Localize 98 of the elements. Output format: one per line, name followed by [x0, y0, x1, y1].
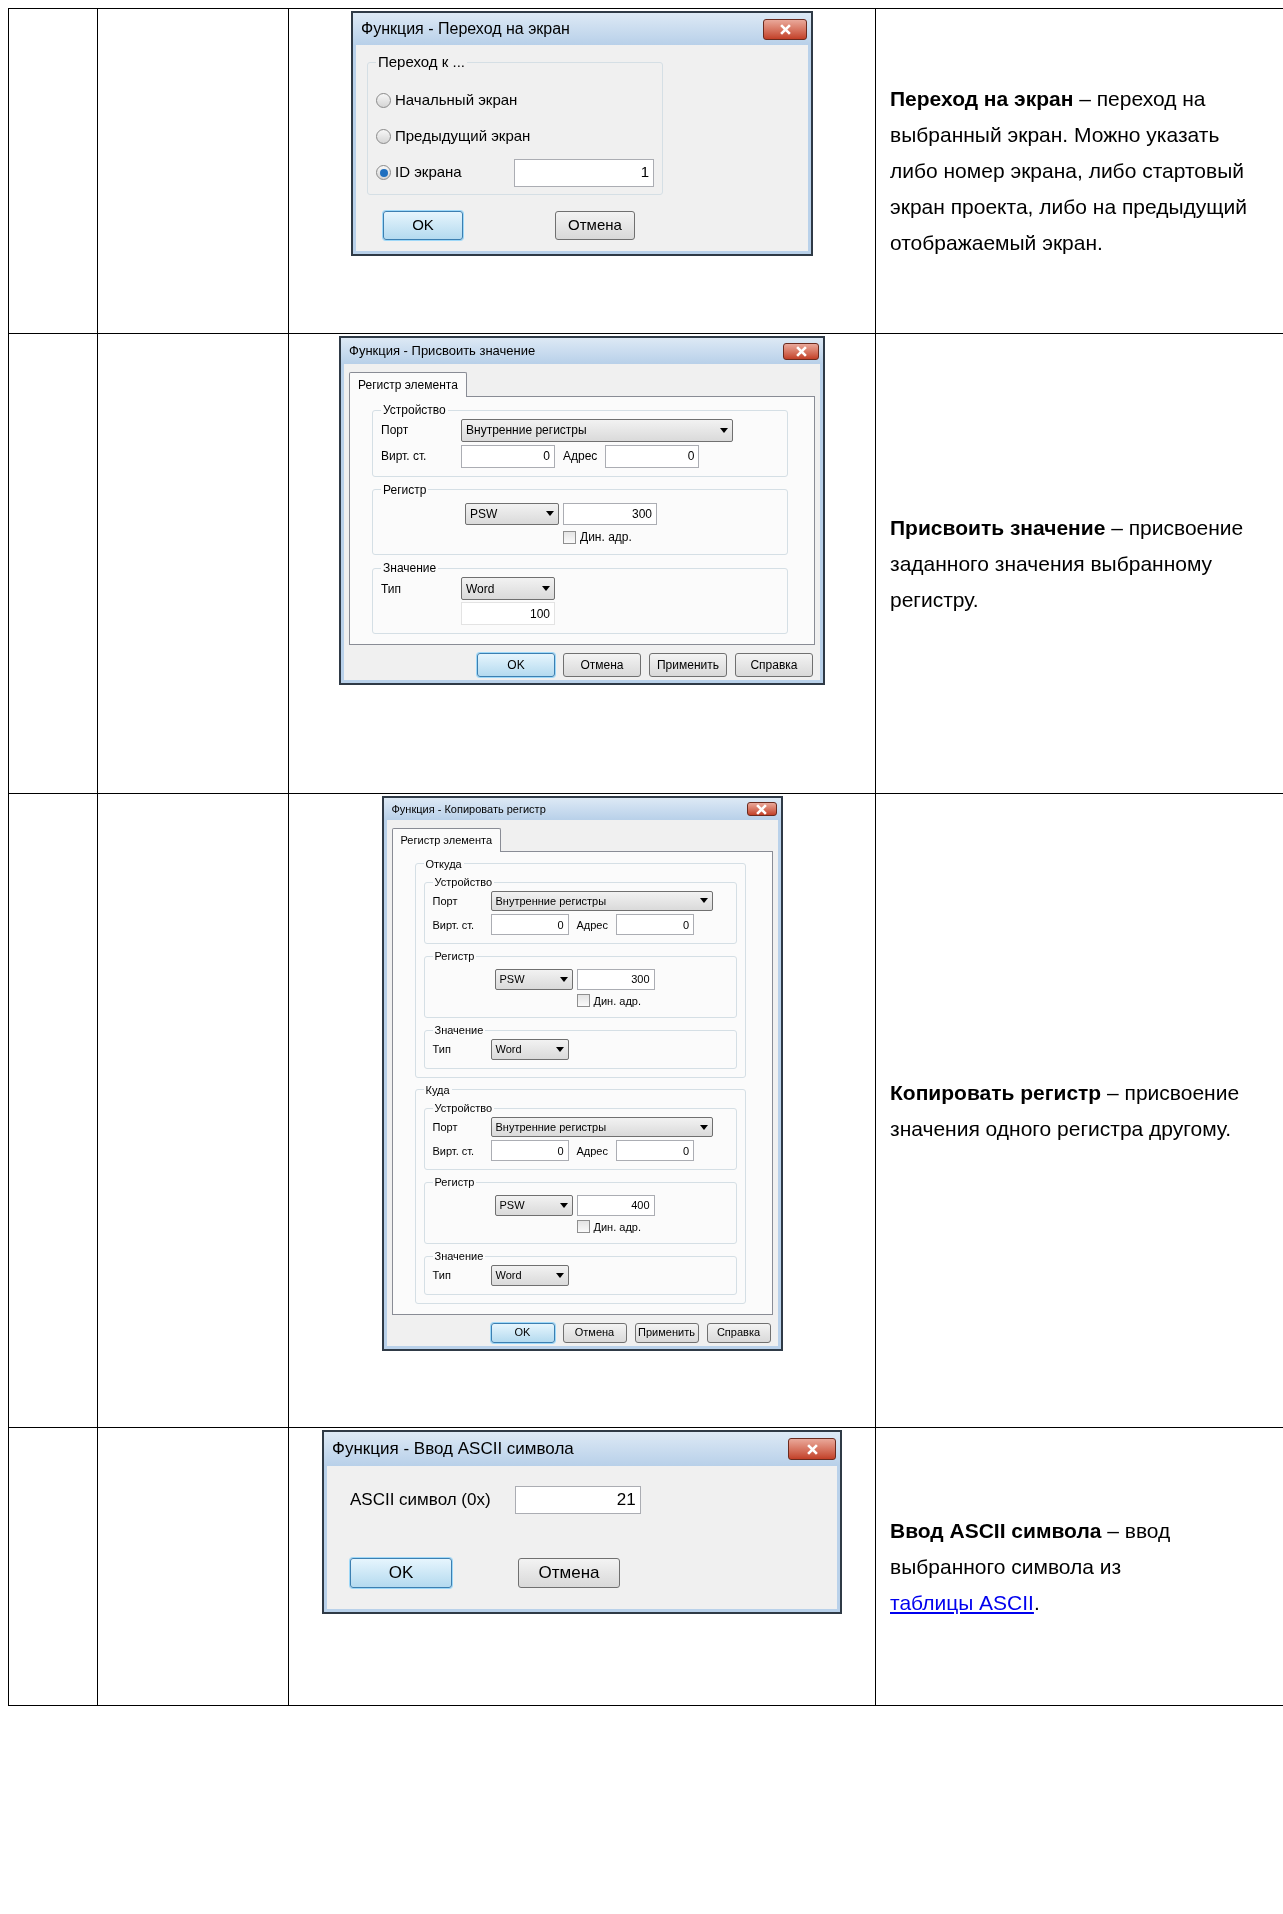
group-label: Устройство: [433, 1101, 494, 1117]
window-title: Функция - Копировать регистр: [391, 801, 546, 817]
description-text: Ввод ASCII символа – ввод выбранного символа из таблицы ASCII.: [890, 1517, 1172, 1616]
radio-button[interactable]: [376, 129, 391, 144]
input-field[interactable]: 0: [616, 1140, 694, 1162]
dropdown[interactable]: PSW: [465, 502, 559, 526]
dialog-button[interactable]: OK: [477, 653, 555, 677]
dialog-button[interactable]: OK: [490, 1322, 555, 1343]
dropdown[interactable]: PSW: [494, 968, 573, 990]
caret-icon: [720, 427, 728, 433]
window-title: Функция - Присвоить значение: [349, 342, 536, 361]
input-field[interactable]: 21: [514, 1486, 641, 1514]
group-label: Регистр: [382, 481, 428, 499]
description-text: Переход на экран – переход на выбранный экран. Можно указать либо номер экрана, либо стартовый экран проекта, либо на предыдущий отображаемый экран.: [890, 86, 1248, 256]
checkbox-label: Дин. адр.: [580, 529, 632, 547]
radio-label: ID экрана: [395, 162, 463, 183]
group-label: Значение: [382, 560, 438, 578]
dialog-button[interactable]: Отмена: [555, 210, 635, 240]
field-label: Тип: [432, 1041, 452, 1057]
close-button[interactable]: [746, 802, 777, 816]
dropdown[interactable]: Word: [490, 1038, 569, 1060]
group-label: Переход к ...: [377, 52, 466, 72]
radio-label: Начальный экран: [395, 90, 518, 111]
description-text: Копировать регистр – присвоение значения одного регистра другому.: [890, 1079, 1241, 1142]
close-button[interactable]: [783, 342, 819, 360]
dialog-button[interactable]: Отмена: [518, 1558, 620, 1588]
group-label: Откуда: [424, 856, 463, 872]
tab[interactable]: Регистр элемента: [391, 828, 502, 852]
group-label: Регистр: [433, 949, 476, 965]
input-field[interactable]: 300: [563, 502, 657, 526]
group-label: Устройство: [433, 875, 494, 890]
dropdown[interactable]: Внутренние регистры: [490, 1116, 713, 1138]
close-icon: [806, 1443, 818, 1455]
dropdown[interactable]: Word: [461, 577, 555, 601]
close-icon: [779, 23, 791, 35]
dialog-button[interactable]: Применить: [634, 1322, 699, 1343]
input-field[interactable]: 0: [605, 444, 700, 468]
field-label: Тип: [432, 1267, 452, 1283]
field-label: Порт: [381, 422, 410, 440]
caret-icon: [546, 511, 554, 517]
dialog-button[interactable]: Отмена: [563, 653, 641, 677]
dialog-button[interactable]: Отмена: [562, 1322, 627, 1343]
dialog-button[interactable]: Справка: [706, 1322, 771, 1343]
group-label: Значение: [433, 1023, 485, 1039]
field-label: Порт: [432, 1119, 459, 1135]
caret-icon: [555, 1046, 564, 1052]
caret-icon: [699, 1124, 708, 1130]
dialog-button[interactable]: Применить: [649, 653, 727, 677]
radio-button[interactable]: [376, 93, 391, 108]
dialog-button[interactable]: OK: [383, 210, 463, 240]
checkbox[interactable]: [563, 530, 576, 544]
input-field[interactable]: 300: [576, 968, 655, 990]
close-button[interactable]: [763, 18, 807, 40]
checkbox-label: Дин. адр.: [593, 1219, 641, 1235]
input-field[interactable]: 0: [461, 444, 555, 468]
group-label: Регистр: [433, 1175, 476, 1191]
dropdown[interactable]: Word: [490, 1264, 569, 1286]
checkbox[interactable]: [576, 1220, 590, 1234]
input-field[interactable]: 0: [490, 914, 569, 936]
close-icon: [795, 345, 807, 357]
close-button[interactable]: [788, 1438, 836, 1460]
input-field[interactable]: 0: [490, 1140, 569, 1162]
window-title: Функция - Переход на экран: [361, 19, 570, 39]
caret-icon: [542, 586, 550, 592]
group-label: Куда: [424, 1082, 451, 1098]
field-label: Адрес: [575, 1143, 609, 1159]
radio-button[interactable]: [376, 165, 391, 180]
field-label: ASCII символ (0x): [350, 1489, 491, 1512]
field-label: Порт: [432, 893, 459, 909]
radio-label: Предыдущий экран: [395, 126, 531, 147]
group-label: Устройство: [382, 402, 447, 419]
field-label: Вирт. ст.: [432, 1143, 476, 1159]
close-icon: [756, 803, 767, 815]
description-text: Присвоить значение – присвоение заданного значения выбранному регистру.: [890, 514, 1245, 613]
field-label: Адрес: [575, 917, 609, 933]
checkbox-label: Дин. адр.: [593, 993, 641, 1009]
input-field[interactable]: 1: [514, 158, 654, 187]
group-label: Значение: [433, 1249, 485, 1265]
caret-icon: [559, 976, 568, 982]
dialog-button[interactable]: OK: [350, 1558, 452, 1588]
dropdown[interactable]: Внутренние регистры: [490, 890, 713, 912]
field-label: Вирт. ст.: [381, 448, 428, 466]
dropdown[interactable]: Внутренние регистры: [461, 419, 733, 442]
field-label: Тип: [381, 580, 402, 598]
input-field[interactable]: 100: [461, 602, 555, 625]
input-field[interactable]: 400: [576, 1194, 655, 1216]
window-title: Функция - Ввод ASCII символа: [332, 1438, 574, 1461]
dropdown[interactable]: PSW: [494, 1194, 573, 1216]
caret-icon: [699, 898, 708, 904]
dialog-button[interactable]: Справка: [735, 653, 813, 677]
caret-icon: [559, 1202, 568, 1208]
input-field[interactable]: 0: [616, 914, 694, 936]
checkbox[interactable]: [576, 994, 590, 1008]
caret-icon: [555, 1272, 564, 1278]
tab[interactable]: Регистр элемента: [349, 372, 467, 397]
field-label: Адрес: [562, 448, 599, 466]
link[interactable]: таблицы ASCII: [890, 1590, 1034, 1614]
field-label: Вирт. ст.: [432, 917, 476, 933]
